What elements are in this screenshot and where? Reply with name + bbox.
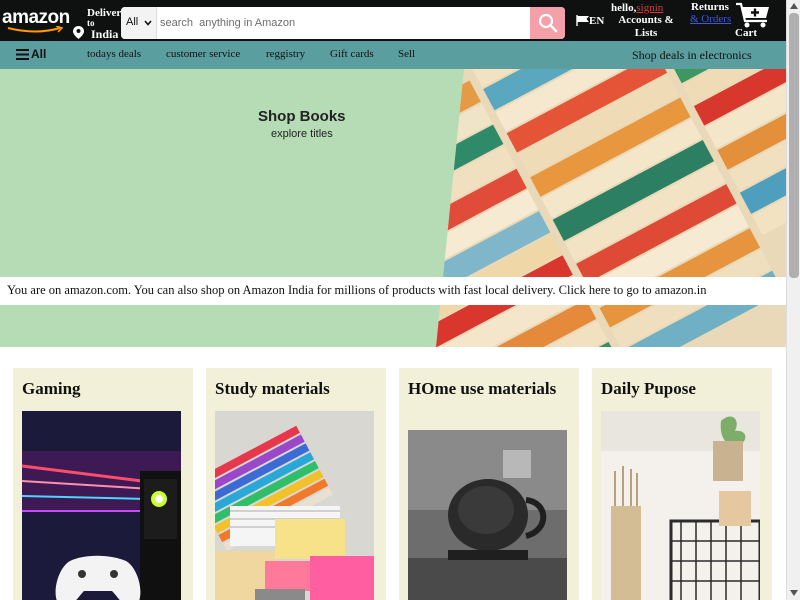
study-materials-image[interactable] [215, 411, 374, 600]
card-title: Gaming [22, 379, 81, 398]
category-card-daily-purpose[interactable]: Daily Pupose [592, 368, 772, 600]
nav-gift-cards[interactable]: Gift cards [330, 48, 374, 60]
category-section: Gaming Study materials HOme use material… [0, 347, 786, 600]
menu-icon[interactable] [16, 49, 30, 60]
search-bar: All [121, 7, 565, 39]
scroll-down-arrow-icon[interactable] [790, 590, 798, 596]
scrollbar-thumb[interactable] [789, 13, 799, 278]
nav-registry[interactable]: reggistry [266, 48, 305, 60]
nav-customer-service[interactable]: customer service [166, 48, 240, 60]
flag-icon[interactable] [576, 15, 590, 26]
search-category-label: All [126, 16, 139, 28]
search-icon [538, 13, 557, 33]
all-menu-button[interactable]: All [31, 47, 46, 61]
search-category-select[interactable]: All [121, 7, 157, 39]
card-title: Daily Pupose [601, 379, 696, 398]
nav-sell[interactable]: Sell [398, 48, 415, 60]
accounts-and-lists[interactable]: Accounts & Lists [611, 14, 681, 40]
scroll-up-arrow-icon[interactable] [790, 3, 798, 9]
card-title: Study materials [215, 379, 330, 398]
category-card-gaming[interactable]: Gaming [13, 368, 193, 600]
search-input[interactable] [158, 7, 529, 39]
sub-navbar: All todays deals customer service reggis… [0, 41, 786, 69]
top-navbar: amazon Deliver to India All E [0, 0, 786, 41]
search-button[interactable] [530, 7, 565, 39]
books-hero-image[interactable] [436, 69, 786, 347]
deliver-country: India [91, 27, 119, 41]
hello-label: hello, [611, 2, 637, 14]
account-greeting[interactable]: hello,signin [611, 2, 663, 14]
gaming-image[interactable] [22, 411, 181, 600]
amazon-india-notice[interactable]: You are on amazon.com. You can also shop… [0, 277, 786, 305]
cart-label[interactable]: Cart [735, 27, 757, 39]
orders-link[interactable]: & Orders [690, 13, 731, 26]
home-use-materials-image[interactable] [408, 430, 567, 600]
hero-banner: Shop Books explore titles You are on ama… [0, 69, 786, 347]
category-card-study-materials[interactable]: Study materials [206, 368, 386, 600]
card-title: HOme use materials [408, 379, 557, 398]
chevron-down-icon [144, 20, 152, 26]
hero-title: Shop Books [258, 108, 346, 125]
daily-purpose-image[interactable] [601, 411, 760, 600]
location-pin-icon [73, 26, 84, 39]
hero-subtitle: explore titles [271, 128, 333, 140]
page-scrollbar[interactable] [786, 0, 800, 600]
language-selector[interactable]: EN [589, 15, 604, 27]
cart-icon[interactable] [735, 1, 771, 29]
shop-deals-electronics-link[interactable]: Shop deals in electronics [632, 48, 752, 63]
logo-smile-icon [7, 26, 64, 33]
category-card-home-use-materials[interactable]: HOme use materials [399, 368, 579, 600]
signin-link[interactable]: signin [636, 2, 663, 14]
returns-label[interactable]: Returns [691, 1, 729, 13]
nav-todays-deals[interactable]: todays deals [87, 48, 141, 60]
